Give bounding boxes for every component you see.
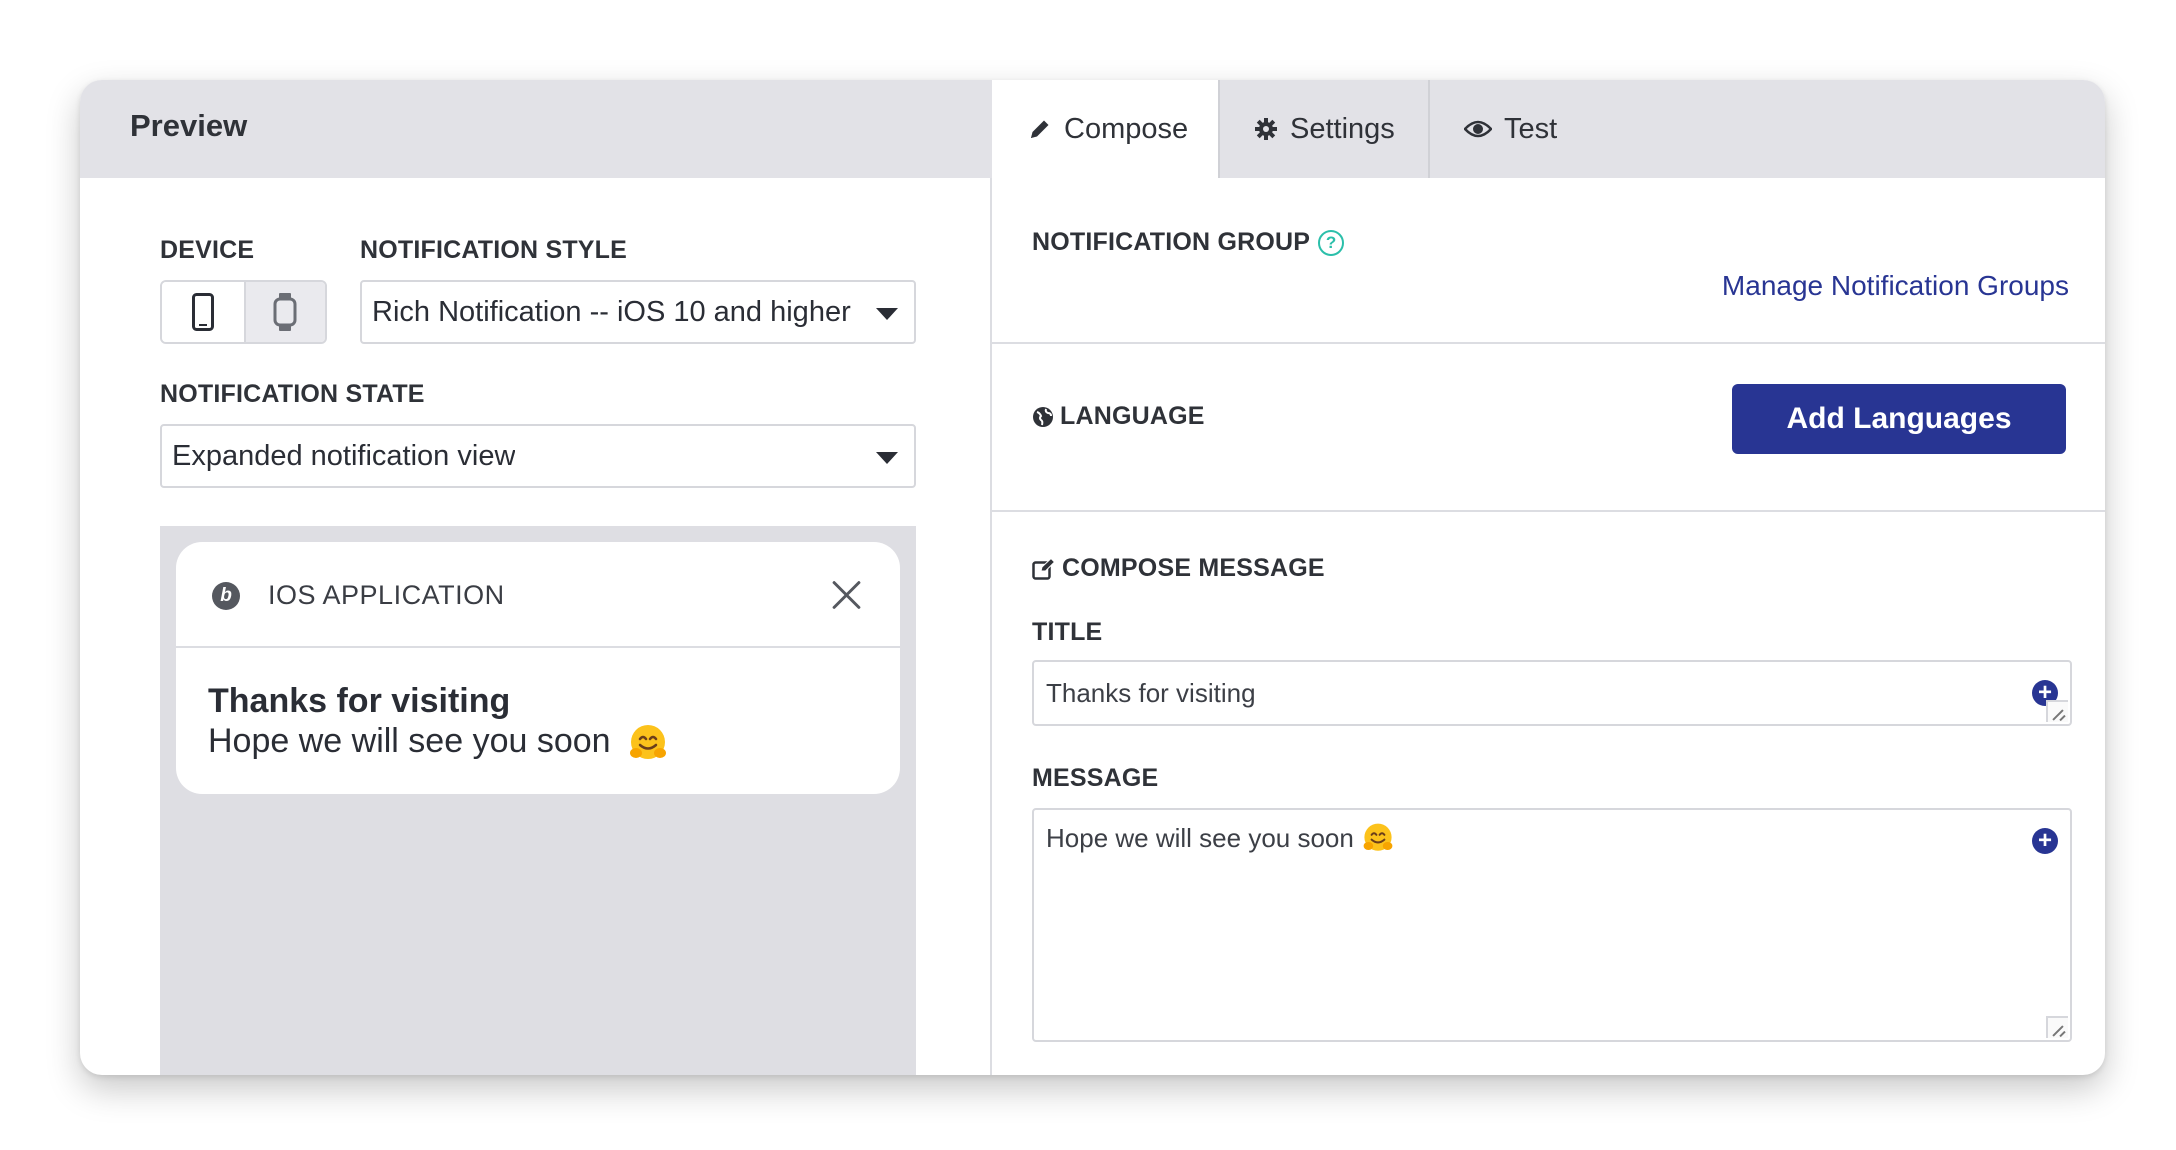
notification-editor-card: Preview DEVICE NOTIFICATION STYLE Rich N… xyxy=(80,80,2105,1075)
tab-compose[interactable]: Compose xyxy=(992,80,1220,178)
app-icon: b xyxy=(212,582,240,610)
message-textarea[interactable]: Hope we will see you soon + xyxy=(1032,808,2072,1042)
title-input-value: Thanks for visiting xyxy=(1046,678,1256,708)
smartphone-icon xyxy=(191,293,214,331)
notification-card: b IOS APPLICATION Thanks for visiting Ho… xyxy=(176,542,900,794)
language-label: LANGUAGE xyxy=(1032,402,1205,431)
hugging-face-emoji-icon xyxy=(630,725,667,760)
notification-body-text: Hope we will see you soon xyxy=(208,722,611,760)
preview-title: Preview xyxy=(130,108,248,143)
notification-state-label: NOTIFICATION STATE xyxy=(160,380,425,408)
edit-square-icon xyxy=(1032,557,1056,580)
device-toggle xyxy=(160,280,327,344)
chevron-down-icon xyxy=(876,452,898,464)
gear-icon xyxy=(1255,118,1277,140)
compose-message-section: COMPOSE MESSAGE TITLE Thanks for visitin… xyxy=(992,512,2105,1075)
tab-test-label: Test xyxy=(1504,112,1558,145)
message-textarea-content: Hope we will see you soon xyxy=(1046,822,1394,854)
tab-test[interactable]: Test xyxy=(1430,80,1590,178)
add-languages-button[interactable]: Add Languages xyxy=(1732,384,2066,454)
tab-compose-label: Compose xyxy=(1064,112,1189,145)
app-name: IOS APPLICATION xyxy=(268,580,505,610)
notification-group-label: NOTIFICATION GROUP? xyxy=(1032,228,1345,257)
manage-notification-groups-link[interactable]: Manage Notification Groups xyxy=(1722,270,2069,302)
device-phone-button[interactable] xyxy=(162,282,244,342)
eye-icon xyxy=(1464,120,1492,138)
tab-settings[interactable]: Settings xyxy=(1220,80,1430,178)
notification-style-value: Rich Notification -- iOS 10 and higher xyxy=(372,296,851,328)
compose-message-label-text: COMPOSE MESSAGE xyxy=(1062,554,1325,582)
tab-bar: Compose Settings Test xyxy=(992,80,2105,178)
message-label: MESSAGE xyxy=(1032,764,1159,792)
close-icon[interactable] xyxy=(828,576,866,614)
language-label-text: LANGUAGE xyxy=(1060,402,1205,430)
compose-message-label: COMPOSE MESSAGE xyxy=(1032,554,1325,583)
notification-state-value: Expanded notification view xyxy=(172,440,516,472)
notification-style-select[interactable]: Rich Notification -- iOS 10 and higher xyxy=(360,280,916,344)
notification-header: b IOS APPLICATION xyxy=(176,542,900,648)
notification-title: Thanks for visiting xyxy=(208,682,511,720)
pencil-icon xyxy=(1031,120,1049,138)
device-label: DEVICE xyxy=(160,236,255,264)
notification-state-select[interactable]: Expanded notification view xyxy=(160,424,916,488)
resize-handle[interactable] xyxy=(2046,1016,2068,1038)
preview-panel: Preview DEVICE NOTIFICATION STYLE Rich N… xyxy=(80,80,992,1075)
language-section: LANGUAGE Add Languages xyxy=(992,344,2105,512)
device-watch-button[interactable] xyxy=(243,282,325,342)
add-personalization-icon[interactable]: + xyxy=(2032,828,2058,854)
notification-body: Hope we will see you soon xyxy=(208,722,668,763)
notification-group-label-text: NOTIFICATION GROUP xyxy=(1032,228,1311,256)
notification-style-label: NOTIFICATION STYLE xyxy=(360,236,628,264)
tab-settings-label: Settings xyxy=(1290,112,1395,145)
title-input[interactable]: Thanks for visiting + xyxy=(1032,660,2072,726)
compose-panel: Compose Settings Test NOTIFICATION GROUP… xyxy=(992,80,2105,1075)
message-textarea-value: Hope we will see you soon xyxy=(1046,822,1354,853)
globe-icon xyxy=(1033,406,1053,427)
chevron-down-icon xyxy=(876,308,898,320)
notification-preview-area: b IOS APPLICATION Thanks for visiting Ho… xyxy=(160,526,916,1075)
notification-group-section: NOTIFICATION GROUP? Manage Notification … xyxy=(992,178,2105,344)
preview-header: Preview xyxy=(80,80,992,178)
help-icon[interactable]: ? xyxy=(1318,230,1345,257)
title-label: TITLE xyxy=(1032,618,1103,646)
resize-handle[interactable] xyxy=(2046,700,2068,722)
smartwatch-icon xyxy=(273,293,297,331)
hugging-face-emoji-icon xyxy=(1363,823,1393,851)
